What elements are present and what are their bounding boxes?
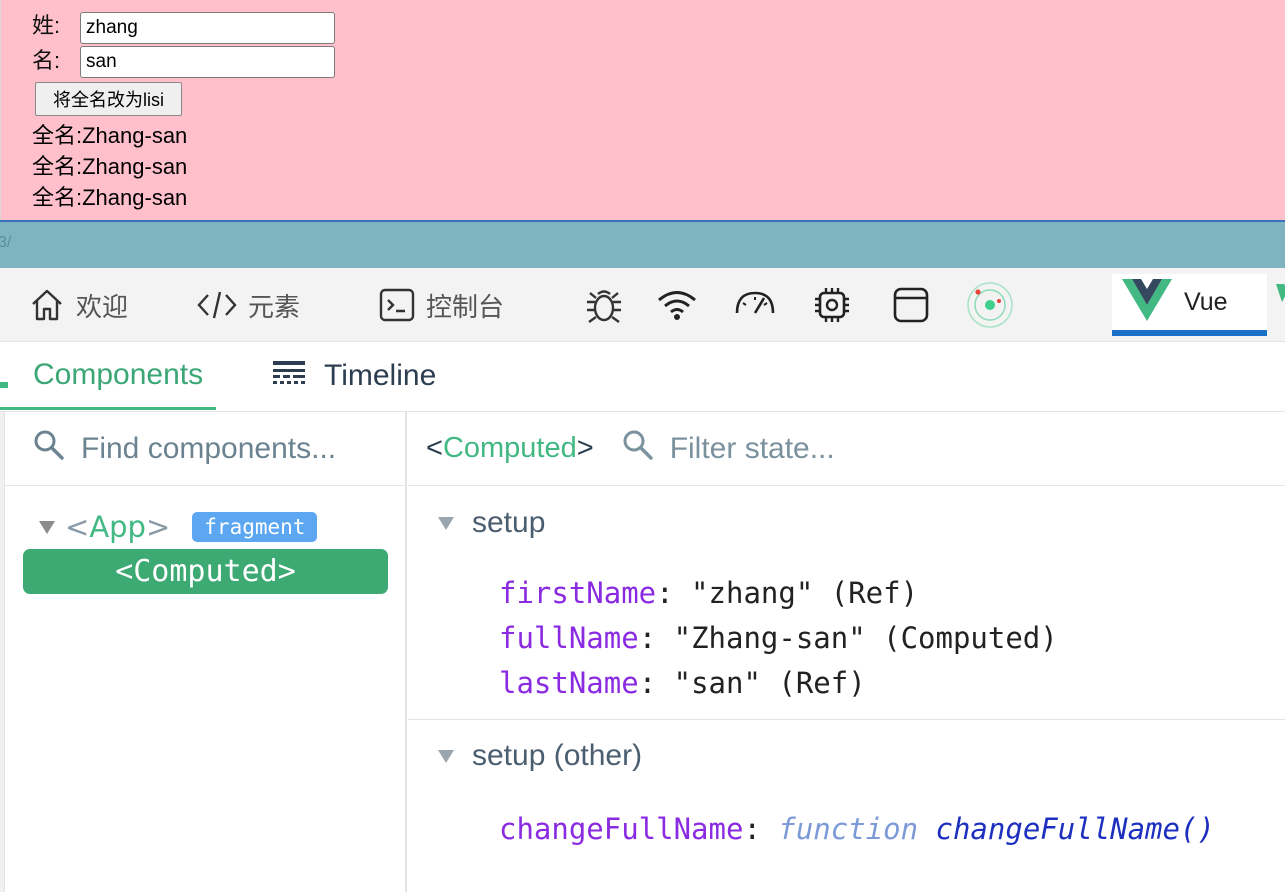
state-inspector-panel: <Computed> Filter state... setup firstNa…: [408, 412, 1285, 892]
tab-components[interactable]: Components: [0, 342, 216, 410]
url-fragment: 3/: [0, 234, 12, 251]
title-close-bracket: >: [576, 432, 594, 464]
state-row-lastname[interactable]: lastName: "san" (Ref): [499, 666, 866, 700]
vue-devtools-nav: Components Timeline: [0, 342, 1285, 412]
search-icon: [622, 429, 654, 469]
state-key: lastName: [499, 666, 639, 700]
tab-vue[interactable]: Vue: [1112, 274, 1267, 336]
radar-icon: [966, 281, 1014, 329]
code-icon: [196, 286, 238, 324]
tab-welcome-label: 欢迎: [76, 291, 129, 322]
state-key: changeFullName: [499, 812, 744, 846]
tree-node-app[interactable]: <App> fragment: [39, 510, 318, 544]
tab-components-label: Components: [33, 357, 204, 391]
search-icon: [33, 429, 65, 469]
section-divider: [408, 719, 1285, 720]
vue-logo-icon: [1122, 277, 1172, 328]
tab-timeline-label: Timeline: [324, 359, 437, 392]
timeline-icon: [272, 359, 306, 393]
tab-network[interactable]: [656, 268, 698, 342]
title-open-bracket: <: [426, 432, 443, 464]
wifi-icon: [656, 285, 698, 325]
state-value[interactable]: : "san" (Ref): [639, 666, 866, 700]
state-row-changefullname[interactable]: changeFullName: function changeFullName(…: [499, 812, 1215, 846]
tab-elements-label: 元素: [248, 291, 301, 322]
tag-open-bracket: <: [65, 510, 90, 544]
tab-vue-label: Vue: [1184, 287, 1228, 316]
devtools-tab-bar: 欢迎 元素 控制台 Vue: [0, 268, 1285, 342]
change-fullname-button[interactable]: 将全名改为lisi: [35, 82, 182, 116]
state-key: fullName: [499, 621, 639, 655]
state-key: firstName: [499, 576, 657, 610]
home-icon: [28, 286, 66, 324]
title-component-name: Computed: [442, 432, 577, 464]
section-setup-other-header[interactable]: setup (other): [438, 739, 642, 773]
state-separator: :: [743, 812, 779, 846]
fragment-badge: fragment: [192, 512, 318, 542]
tab-memory[interactable]: [812, 268, 852, 342]
state-filter[interactable]: Filter state...: [622, 429, 835, 469]
window-icon: [892, 286, 930, 324]
tree-node-computed[interactable]: <Computed>: [23, 549, 388, 594]
app-preview: 姓: 名: 将全名改为lisi 全名:Zhang-san 全名:Zhang-sa…: [0, 0, 1285, 221]
state-value[interactable]: : "zhang" (Ref): [656, 576, 918, 610]
components-icon: [0, 382, 8, 388]
vue-logo-overflow-icon: [1276, 282, 1285, 311]
surname-label: 姓:: [32, 13, 61, 38]
bug-icon: [583, 284, 625, 326]
collapse-arrow-icon[interactable]: [438, 516, 454, 530]
function-keyword: function: [778, 812, 919, 846]
tab-sources[interactable]: [583, 268, 625, 342]
section-setup-header[interactable]: setup: [438, 506, 545, 540]
component-search-input[interactable]: Find components...: [81, 432, 336, 466]
tag-close-bracket: >: [145, 510, 171, 544]
state-filter-input[interactable]: Filter state...: [670, 432, 835, 466]
state-row-fullname[interactable]: fullName: "Zhang-san" (Computed): [499, 621, 1058, 655]
given-name-input[interactable]: [80, 46, 335, 78]
surname-input[interactable]: [80, 12, 335, 44]
function-signature[interactable]: changeFullName(): [936, 812, 1215, 846]
tab-welcome[interactable]: 欢迎: [28, 268, 128, 342]
url-strip: 3/: [0, 222, 1285, 268]
chip-icon: [812, 285, 852, 325]
fullname-text-1: 全名:Zhang-san: [32, 123, 188, 148]
expand-arrow-icon[interactable]: [39, 520, 55, 534]
tab-extension-radar[interactable]: [966, 268, 1014, 342]
tab-application[interactable]: [892, 268, 930, 342]
selected-component-title: <Computed>: [426, 432, 594, 465]
tab-console[interactable]: 控制台: [378, 268, 504, 342]
console-icon: [378, 286, 416, 324]
fullname-text-3: 全名:Zhang-san: [32, 185, 188, 210]
inspector-header: <Computed> Filter state...: [408, 412, 1285, 486]
state-value[interactable]: : "Zhang-san" (Computed): [639, 621, 1058, 655]
tab-performance[interactable]: [733, 268, 777, 342]
gauge-icon: [733, 285, 777, 325]
component-search[interactable]: Find components...: [5, 412, 405, 486]
state-row-firstname[interactable]: firstName: "zhang" (Ref): [499, 576, 918, 610]
section-setup-other-title: setup (other): [472, 739, 643, 772]
tab-elements[interactable]: 元素: [196, 268, 300, 342]
tab-console-label: 控制台: [426, 291, 505, 322]
collapse-arrow-icon[interactable]: [438, 749, 454, 763]
tree-node-app-name: App: [89, 510, 146, 544]
component-tree-panel: Find components... <App> fragment <Compu…: [0, 412, 407, 892]
tab-timeline[interactable]: Timeline: [272, 342, 436, 410]
given-name-label: 名:: [32, 48, 61, 73]
section-setup-title: setup: [472, 506, 546, 539]
fullname-text-2: 全名:Zhang-san: [32, 154, 188, 179]
